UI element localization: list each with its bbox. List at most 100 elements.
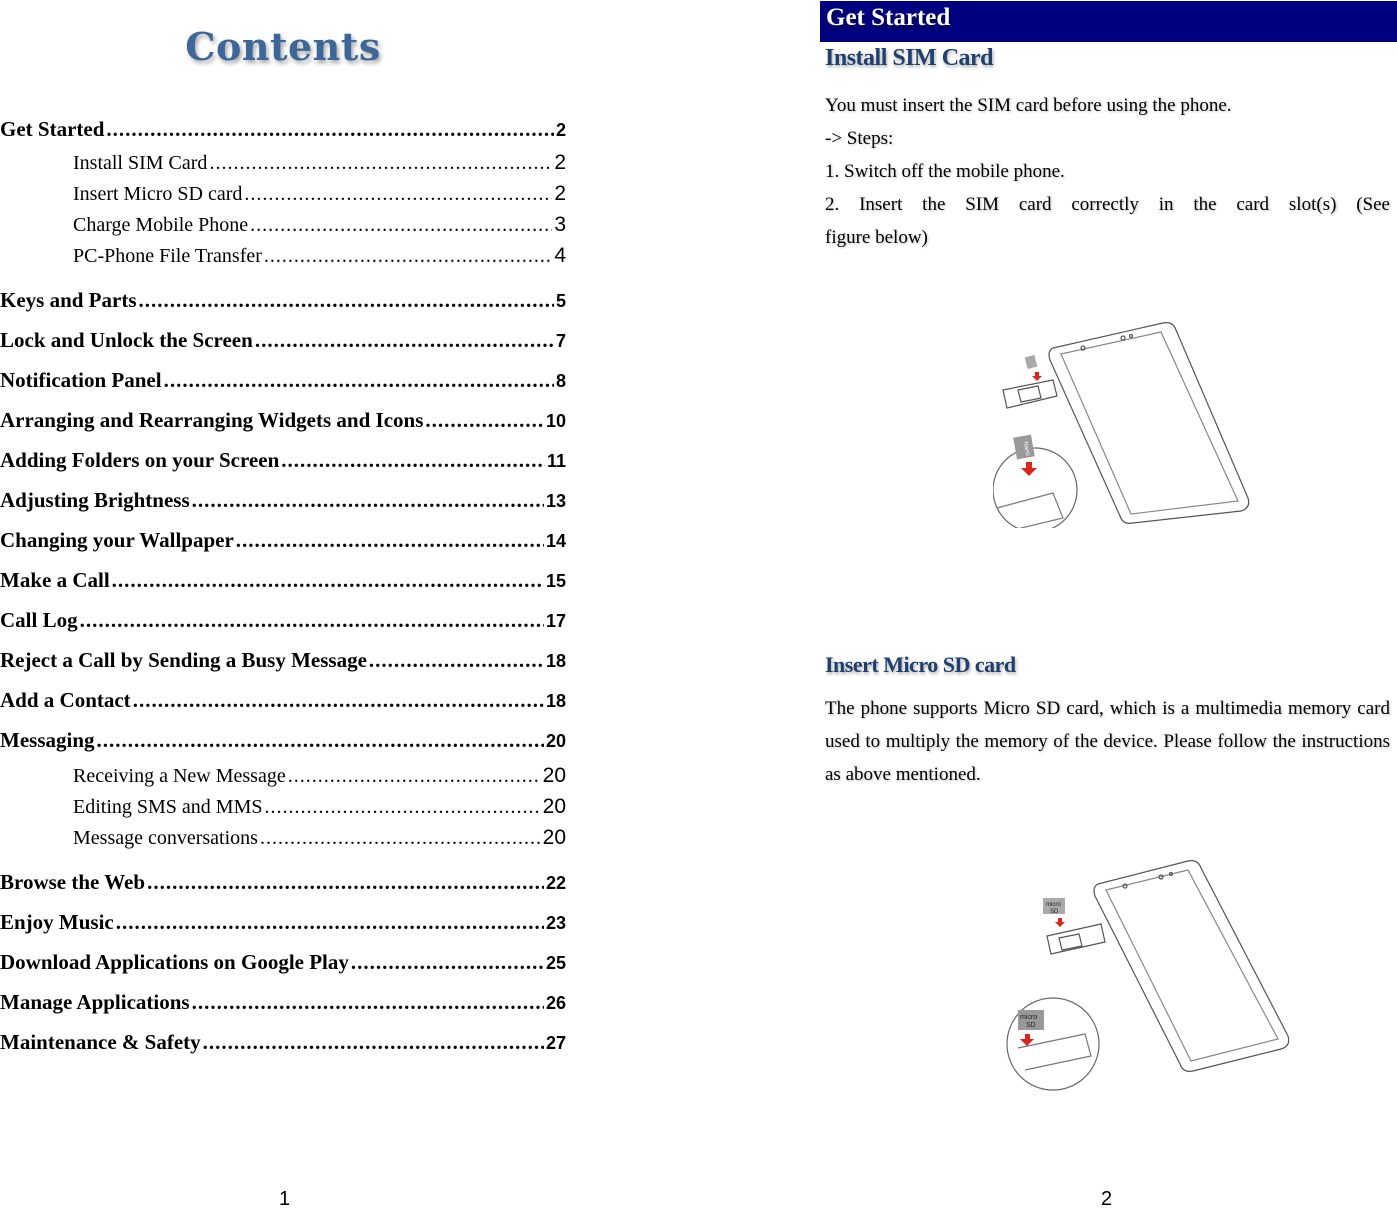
micro-sd-card-small: micro SD: [1043, 898, 1065, 915]
svg-text:SD: SD: [1050, 909, 1059, 915]
toc-leader-dots: [106, 112, 554, 147]
nano-sim-card-small: [1024, 354, 1038, 370]
toc-leader-dots: [192, 982, 544, 1022]
sd-tray: [1046, 923, 1106, 955]
toc-leader-dots: [255, 320, 554, 360]
toc-subentry[interactable]: Editing SMS and MMS 20: [0, 791, 566, 822]
toc-entry[interactable]: Download Applications on Google Play 25: [0, 942, 566, 982]
toc-subentry[interactable]: Message conversations 20: [0, 822, 566, 862]
toc-entry-title: Install SIM Card: [73, 152, 208, 174]
toc-leader-dots: [97, 720, 544, 760]
toc-entry[interactable]: Keys and Parts 5: [0, 280, 566, 320]
toc-entry[interactable]: Lock and Unlock the Screen 7: [0, 320, 566, 360]
toc-page-number: 7: [555, 331, 566, 351]
micro-sd-card-large: micro SD: [1018, 1010, 1044, 1030]
svg-text:SD: SD: [1026, 1022, 1036, 1029]
toc-leader-dots: [147, 862, 544, 902]
contents-page: Contents Get Started2Install SIM Card2In…: [0, 0, 580, 1216]
step-1: 1. Switch off the mobile phone.: [825, 161, 1065, 182]
toc-page-number: 23: [545, 913, 566, 933]
toc-entry-title: Maintenance & Safety: [0, 1030, 201, 1054]
toc-entry-title: Enjoy Music: [0, 910, 114, 934]
toc-entry[interactable]: Adding Folders on your Screen 11: [0, 440, 566, 480]
toc-entry-title: Messaging: [0, 728, 95, 752]
toc-leader-dots: [236, 520, 544, 560]
sim-card-illustration: Nano: [993, 322, 1250, 528]
toc-page-number: 18: [545, 691, 566, 711]
toc-entry-title: Lock and Unlock the Screen: [0, 328, 253, 352]
toc-entry-title: Insert Micro SD card: [73, 183, 243, 205]
toc-page-number: 17: [545, 611, 566, 631]
insert-sd-heading: Insert Micro SD card: [825, 652, 1016, 677]
toc-subentry[interactable]: Receiving a New Message 20: [0, 760, 566, 791]
toc-leader-dots: [264, 792, 540, 822]
toc-entry[interactable]: Arranging and Rearranging Widgets and Ic…: [0, 400, 566, 440]
toc-subentry[interactable]: Charge Mobile Phone 3: [0, 209, 566, 240]
toc-leader-dots: [203, 1022, 544, 1062]
toc-entry[interactable]: Make a Call 15: [0, 560, 566, 600]
toc-leader-dots: [369, 640, 544, 680]
contents-title: Contents: [185, 24, 381, 69]
toc-entry[interactable]: Notification Panel 8: [0, 360, 566, 400]
toc-page-number: 27: [545, 1033, 566, 1053]
toc-entry[interactable]: Changing your Wallpaper 14: [0, 520, 566, 560]
toc-page-number: 13: [545, 491, 566, 511]
toc-page-number: 8: [555, 371, 566, 391]
toc-entry-title: Arranging and Rearranging Widgets and Ic…: [0, 408, 424, 432]
phone-outline: [1048, 322, 1250, 524]
step-2-continued: figure below): [825, 227, 928, 248]
toc-leader-dots: [425, 400, 544, 440]
step-2: 2. Insert the SIM card correctly in the …: [825, 194, 1390, 215]
magnified-detail: [993, 447, 1078, 528]
section-banner: Get Started: [820, 1, 1397, 42]
toc-leader-dots: [116, 902, 544, 942]
toc-entry-title: Adding Folders on your Screen: [0, 448, 280, 472]
svg-text:micro: micro: [1020, 1014, 1037, 1021]
toc-entry[interactable]: Messaging 20: [0, 720, 566, 760]
toc-leader-dots: [288, 761, 541, 791]
get-started-page: Get Started Install SIM Card You must in…: [815, 0, 1397, 1216]
toc-entry[interactable]: Browse the Web 22: [0, 862, 566, 902]
toc-leader-dots: [133, 680, 544, 720]
toc-entry-title: Manage Applications: [0, 990, 190, 1014]
steps-label: -> Steps:: [825, 128, 894, 149]
insert-sd-description: The phone supports Micro SD card, which …: [825, 698, 1390, 785]
page-number: 2: [1101, 1188, 1113, 1210]
insert-arrow-icon: [1032, 372, 1042, 381]
toc-entry[interactable]: Get Started 2: [0, 112, 566, 147]
toc-entry[interactable]: Call Log 17: [0, 600, 566, 640]
toc-entry[interactable]: Maintenance & Safety 27: [0, 1022, 566, 1062]
toc-entry-title: Editing SMS and MMS: [73, 796, 263, 818]
toc-page-number: 20: [542, 826, 566, 849]
toc-page-number: 20: [542, 795, 566, 818]
toc-entry-title: Add a Contact: [0, 688, 131, 712]
toc-leader-dots: [209, 148, 552, 178]
toc-entry[interactable]: Reject a Call by Sending a Busy Message 1…: [0, 640, 566, 680]
toc-page-number: 25: [545, 953, 566, 973]
toc-entry[interactable]: Enjoy Music 23: [0, 902, 566, 942]
sd-card-illustration: micro SD micro SD: [1006, 860, 1290, 1091]
section-title: Get Started: [826, 4, 951, 31]
toc-entry-title: Adjusting Brightness: [0, 488, 190, 512]
toc-entry-title: Changing your Wallpaper: [0, 528, 234, 552]
table-of-contents: Get Started2Install SIM Card2Insert Micr…: [0, 112, 566, 1062]
install-sim-instructions: You must insert the SIM card before usin…: [825, 89, 1390, 254]
toc-page-number: 20: [542, 764, 566, 787]
toc-subentry[interactable]: PC-Phone File Transfer 4: [0, 240, 566, 280]
toc-entry[interactable]: Manage Applications 26: [0, 982, 566, 1022]
toc-leader-dots: [112, 560, 544, 600]
toc-page-number: 10: [545, 411, 566, 431]
page-number: 1: [279, 1188, 291, 1210]
toc-page-number: 20: [545, 731, 566, 751]
toc-leader-dots: [351, 942, 544, 982]
toc-subentry[interactable]: Insert Micro SD card 2: [0, 178, 566, 209]
toc-entry-title: Get Started: [0, 117, 105, 141]
toc-page-number: 2: [555, 120, 566, 140]
intro-line: You must insert the SIM card before usin…: [825, 95, 1232, 116]
toc-entry-title: PC-Phone File Transfer: [73, 245, 262, 267]
toc-subentry[interactable]: Install SIM Card 2: [0, 147, 566, 178]
toc-page-number: 11: [546, 451, 566, 471]
toc-leader-dots: [264, 241, 552, 272]
toc-entry[interactable]: Adjusting Brightness 13: [0, 480, 566, 520]
toc-entry[interactable]: Add a Contact 18: [0, 680, 566, 720]
